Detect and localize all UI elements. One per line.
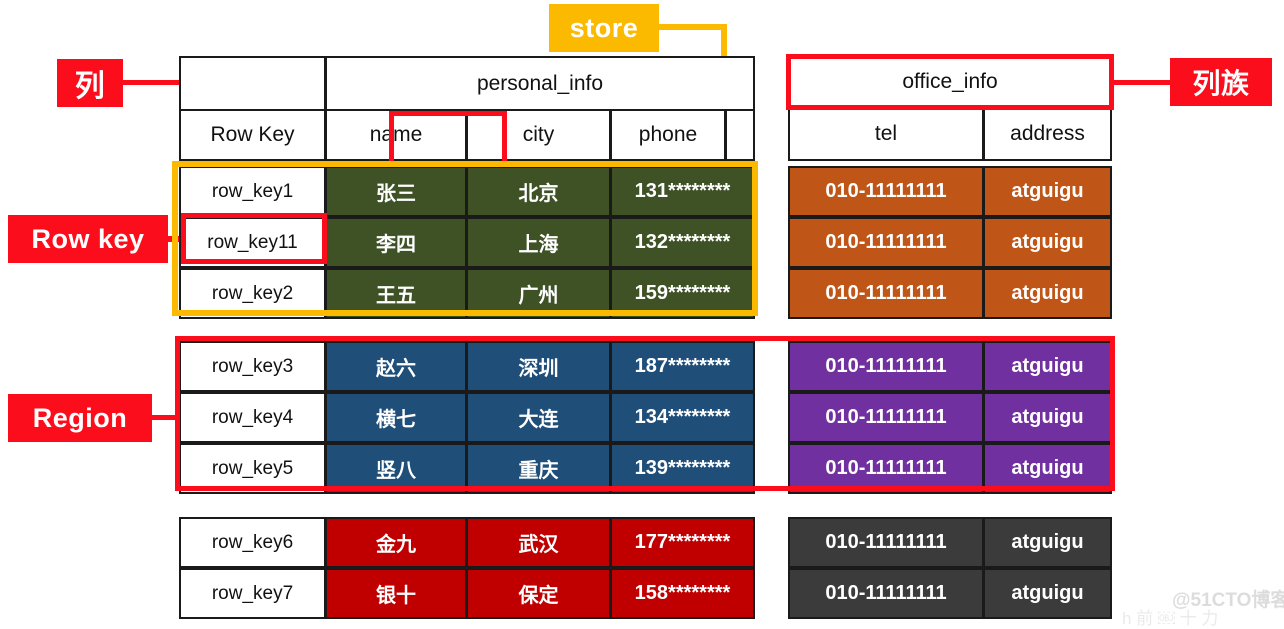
col-header-address-text: address: [1010, 122, 1085, 145]
col-header-rowkey-text: Row Key: [210, 123, 295, 146]
personal-info-col-header-rowkey: Row Key: [179, 109, 326, 161]
row-key-label: Row key: [8, 215, 168, 263]
office-info-col-header-tel: tel: [788, 107, 984, 161]
column-label: 列: [57, 59, 123, 107]
personal-info-family-name: personal_info: [476, 71, 604, 95]
store-connector-horizontal: [655, 24, 727, 30]
cell-region-3-row2-row-key: row_key7: [179, 568, 326, 619]
cell-region-1-row2-tel: 010-11111111: [788, 217, 984, 268]
cell-region-3-row1-city: 武汉: [466, 517, 611, 568]
personal-info-col-header-phone: phone: [610, 109, 726, 161]
cell-region-1-row2-address: atguigu: [983, 217, 1112, 268]
col-header-city-text: city: [522, 123, 555, 146]
hbase-table-diagram: store 列 Row key Region 列族 personal_info …: [0, 0, 1284, 628]
col-header-phone-text: phone: [638, 123, 698, 146]
personal-info-family-header: personal_info: [325, 56, 755, 111]
cell-region-3-row2-tel: 010-11111111: [788, 568, 984, 619]
personal-info-col-header-pad: [725, 109, 755, 161]
cell-region-1-row1-address: atguigu: [983, 166, 1112, 217]
watermark-secondary-text: h 前 ￼ 十 力: [1122, 609, 1219, 628]
cell-region-3-row2-name: 银十: [325, 568, 467, 619]
column-highlight-outline: [389, 111, 507, 166]
col-header-tel-text: tel: [874, 122, 898, 145]
office-info-col-header-address: address: [983, 107, 1112, 161]
personal-info-corner-cell: [179, 56, 326, 111]
cell-region-1-row3-tel: 010-11111111: [788, 268, 984, 319]
column-family-label: 列族: [1170, 58, 1272, 106]
cell-region-3-row2-city: 保定: [466, 568, 611, 619]
column-family-label-text: 列族: [1192, 68, 1250, 99]
cell-region-3-row1-tel: 010-11111111: [788, 517, 984, 568]
watermark-secondary: h 前 ￼ 十 力: [1122, 604, 1218, 629]
cell-region-1-row1-tel: 010-11111111: [788, 166, 984, 217]
cell-region-3-row1-name: 金九: [325, 517, 467, 568]
column-family-connector: [1108, 80, 1172, 85]
cell-region-3-row2-phone: 158********: [610, 568, 755, 619]
cell-region-1-row3-address: atguigu: [983, 268, 1112, 319]
cell-region-3-row1-address: atguigu: [983, 517, 1112, 568]
region-label-text: Region: [32, 402, 128, 433]
cell-region-3-row2-address: atguigu: [983, 568, 1112, 619]
cell-region-3-row1-phone: 177********: [610, 517, 755, 568]
region-highlight-outline: [175, 336, 1115, 491]
row-key-highlight-outline: [181, 213, 327, 264]
column-family-highlight-outline: [786, 54, 1114, 110]
region-label: Region: [8, 394, 152, 442]
store-label: store: [549, 4, 659, 52]
column-label-text: 列: [74, 70, 106, 103]
cell-region-3-row1-row-key: row_key6: [179, 517, 326, 568]
row-key-label-text: Row key: [31, 223, 145, 254]
store-label-text: store: [569, 12, 639, 43]
